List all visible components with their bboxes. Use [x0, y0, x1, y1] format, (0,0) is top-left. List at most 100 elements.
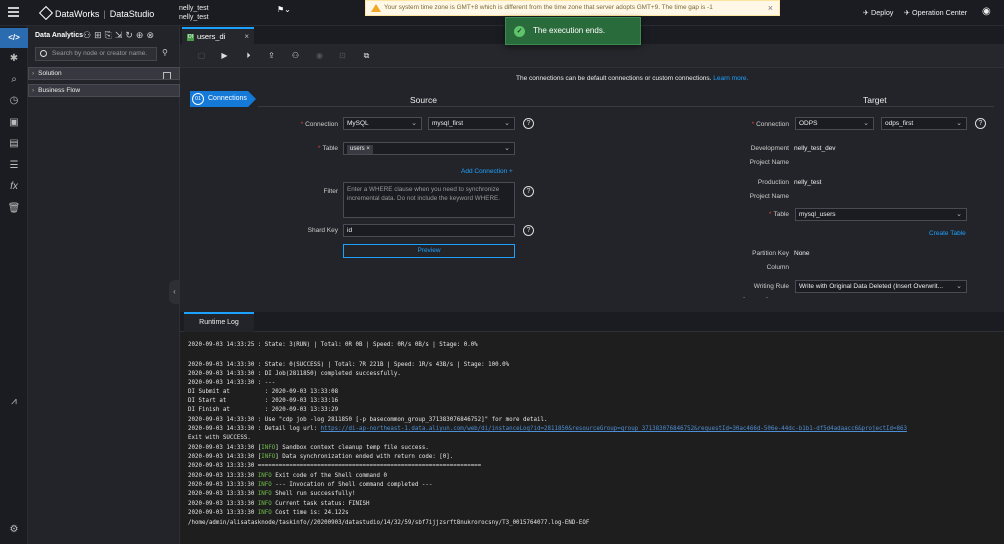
partition-label-2: Column — [766, 264, 789, 271]
grid-icon[interactable] — [163, 72, 171, 79]
component-icon[interactable]: ✱ — [7, 53, 21, 65]
list-icon[interactable]: ☰ — [7, 160, 21, 172]
help-icon[interactable]: ? — [523, 186, 534, 197]
table-icon[interactable]: ▤ — [7, 138, 21, 150]
collapse-all-icon[interactable]: ⊗ — [146, 30, 157, 40]
add-connection-link[interactable]: Add Connection + — [461, 168, 513, 175]
close-icon[interactable]: × — [244, 29, 249, 44]
success-check-icon: ✓ — [514, 26, 525, 37]
chevron-right-icon: › — [32, 70, 35, 77]
lock-icon[interactable]: ⊡ — [337, 50, 348, 61]
dash-text-2: - — [766, 294, 769, 301]
source-table-select[interactable]: users × ⌄ — [343, 142, 515, 155]
run-icon[interactable]: ▶ — [219, 50, 230, 61]
new-file-icon[interactable]: ⎘ — [105, 30, 115, 40]
log-text: 2020-09-03 14:33:30 [ — [188, 454, 262, 460]
search-icon[interactable]: ⌕ — [7, 74, 21, 86]
upload-icon[interactable]: ⇪ — [266, 50, 277, 61]
log-level: INFO — [261, 445, 276, 451]
log-line: 2020-09-03 13:33:30 INFO Cost time is: 2… — [188, 510, 349, 516]
function-icon[interactable]: fx — [7, 181, 21, 193]
log-text: 2020-09-03 14:33:30 : DI Job(2811850) co… — [188, 371, 401, 377]
chevron-down-icon: ⌄ — [504, 120, 510, 127]
deploy-button[interactable]: ✈ Deploy — [863, 8, 893, 17]
stop-icon[interactable]: ◉ — [314, 50, 325, 61]
tab-runtime-log[interactable]: Runtime Log — [184, 312, 254, 332]
log-text: DI Start at : 2020-09-03 13:33:16 — [188, 398, 339, 404]
filter-list-icon[interactable]: ⊞ — [94, 30, 105, 40]
source-header: Source — [410, 95, 437, 105]
script-mode-icon[interactable]: ⧉ — [361, 50, 372, 61]
chip-label: users — [350, 146, 365, 152]
log-text: 2020-09-03 14:33:30 : State: 0(SUCCESS) … — [188, 362, 510, 368]
help-icon[interactable]: ? — [523, 118, 534, 129]
log-text: Exit with SUCCESS. — [188, 435, 251, 441]
dataworks-logo-icon — [38, 5, 54, 21]
runtime-log: 2020-09-03 14:33:25 : State: 3(RUN) | To… — [180, 332, 1004, 544]
workspace-switcher[interactable]: nelly_test nelly_test — [179, 4, 209, 22]
source-type-select[interactable]: MySQL ⌄ — [343, 117, 422, 130]
lineage-icon[interactable]: ⩘ — [7, 396, 21, 408]
shard-key-input[interactable]: id — [343, 224, 515, 237]
help-icon[interactable]: ? — [523, 225, 534, 236]
preview-button[interactable]: Preview — [343, 244, 515, 258]
close-icon[interactable]: × — [768, 1, 773, 15]
filter-textarea[interactable]: Enter a WHERE clause when you need to sy… — [343, 182, 515, 218]
target-connection-label: * Connection — [751, 121, 789, 128]
sidebar-item-solution[interactable]: › Solution — [28, 67, 180, 80]
trash-icon[interactable]: 🗑 — [7, 203, 21, 215]
filter-icon[interactable]: ⚲ — [162, 48, 168, 57]
target-header: Target — [863, 95, 887, 105]
log-line: 2020-09-03 13:33:30 INFO Exit code of th… — [188, 473, 387, 479]
log-text: DI Submit at : 2020-09-03 13:33:08 — [188, 389, 339, 395]
select-value: mysql_users — [799, 211, 836, 218]
source-table-label: * Table — [317, 145, 338, 152]
refresh-icon[interactable]: ↻ — [125, 30, 136, 40]
detail-log-link[interactable]: https://di-ap-northeast-1.data.aliyun.co… — [321, 426, 907, 432]
avatar[interactable]: ◉ — [982, 6, 991, 17]
log-text: 2020-09-03 14:33:30 : Use "cdp job -log … — [188, 417, 548, 423]
log-tab-bar: Runtime Log — [180, 312, 1004, 332]
deploy-label: Deploy — [871, 8, 894, 17]
learn-more-link[interactable]: Learn more. — [713, 75, 748, 82]
clock-icon[interactable]: ◷ — [7, 95, 21, 107]
log-text: Exit code of the Shell command 0 — [271, 473, 387, 479]
data-development-icon[interactable]: </> — [0, 28, 28, 48]
import-icon[interactable]: ⇲ — [115, 30, 126, 40]
sidebar-item-label: Business Flow — [38, 87, 81, 94]
sidebar-item-business-flow[interactable]: › Business Flow — [28, 84, 180, 97]
log-text: 2020-09-03 13:33:30 — [188, 510, 258, 516]
divider — [258, 106, 994, 107]
chevron-down-icon: ⌄ — [956, 211, 962, 218]
location-icon[interactable]: ⊕ — [136, 30, 147, 40]
operation-center-label: Operation Center — [912, 8, 968, 17]
operation-center-button[interactable]: ✈ Operation Center — [904, 8, 967, 17]
log-level: INFO — [257, 482, 272, 488]
briefcase-icon[interactable]: ▣ — [7, 117, 21, 129]
log-level: INFO — [261, 454, 276, 460]
flag-dropdown-icon[interactable]: ⚑⌄ — [277, 5, 291, 14]
tab-users-di[interactable]: DI users_di × — [182, 27, 254, 44]
brand[interactable]: DataWorks | DataStudio — [38, 5, 154, 21]
menu-icon[interactable] — [8, 7, 19, 17]
resource-group-icon[interactable]: ⚇ — [290, 50, 301, 61]
search-input[interactable]: Search by node or creator name. — [35, 47, 157, 61]
table-chip[interactable]: users × — [347, 145, 373, 154]
create-table-link[interactable]: Create Table — [929, 230, 966, 237]
run-with-params-icon[interactable]: ⏵ — [243, 50, 254, 61]
source-connection-select[interactable]: mysql_first ⌄ — [428, 117, 515, 130]
target-table-select[interactable]: mysql_users ⌄ — [795, 208, 967, 221]
step-connections: 01 Connections — [190, 91, 256, 107]
di-badge: DI — [187, 34, 194, 41]
log-text: 2020-09-03 13:33:30 — [188, 473, 258, 479]
target-connection-select[interactable]: odps_first ⌄ — [881, 117, 967, 130]
save-icon[interactable]: ▢ — [196, 50, 207, 61]
remove-icon[interactable]: × — [366, 146, 370, 152]
user-icon[interactable]: ⚇ — [83, 30, 94, 40]
help-icon[interactable]: ? — [975, 118, 986, 129]
select-value: Write with Original Data Deleted (Insert… — [799, 283, 944, 290]
settings-icon[interactable]: ⚙ — [7, 524, 21, 536]
collapse-sidebar-icon[interactable]: ‹ — [169, 280, 180, 304]
writing-rule-select[interactable]: Write with Original Data Deleted (Insert… — [795, 280, 967, 293]
target-type-select[interactable]: ODPS ⌄ — [795, 117, 874, 130]
